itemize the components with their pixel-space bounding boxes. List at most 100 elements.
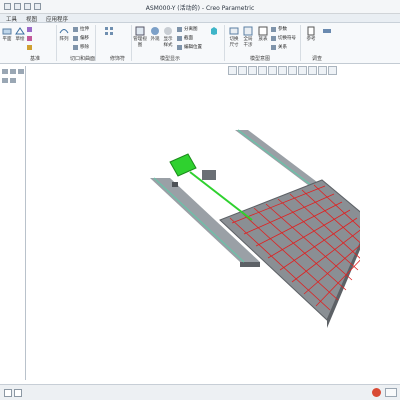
status-bar	[0, 384, 400, 400]
group-label-datum: 基准	[30, 56, 41, 62]
split-button[interactable]: 分离图	[177, 26, 198, 32]
relation-label: 关系	[278, 45, 287, 50]
tree-icon[interactable]	[2, 69, 8, 74]
model-tree-panel	[0, 66, 26, 380]
measure-icon	[323, 29, 331, 33]
saved-views-icon[interactable]	[268, 66, 277, 75]
selection-filter[interactable]	[385, 388, 397, 397]
point-button[interactable]	[27, 36, 32, 41]
datum-display-icon[interactable]	[288, 66, 297, 75]
sketch-button[interactable]: 草绘	[14, 26, 26, 42]
cube-icon	[211, 27, 217, 35]
views-icon	[135, 26, 145, 36]
grid-icon[interactable]	[14, 389, 22, 397]
family-table2-button[interactable]: 族表	[257, 26, 269, 42]
sketch-icon	[15, 27, 25, 35]
plane-label: 平面	[2, 37, 12, 42]
bracket	[172, 182, 178, 187]
menu-bar: 工具 视图 应用程序	[0, 14, 400, 23]
ribbon: 平面 草绘 基准 阵列 拉伸 偏移 移除 切口和曲面 修饰符 管理视图 外观 显…	[0, 23, 400, 64]
repaint-icon[interactable]	[258, 66, 267, 75]
message-log-icon[interactable]	[4, 389, 12, 397]
appearance-label: 外观	[150, 37, 160, 42]
folder-icon[interactable]	[10, 69, 16, 74]
zoom-out-icon[interactable]	[238, 66, 247, 75]
perspective-icon[interactable]	[328, 66, 337, 75]
gearbox	[202, 170, 216, 180]
param-label: 参数	[278, 27, 287, 32]
group-label-modifiers: 修饰符	[110, 56, 126, 62]
pull-label: 拉伸	[80, 27, 89, 32]
filter-icon[interactable]	[2, 78, 8, 83]
pattern-icon	[59, 29, 69, 34]
offset-button[interactable]: 偏移	[73, 35, 89, 41]
family-table-button[interactable]	[208, 26, 220, 36]
manage-views-label: 管理视图	[133, 37, 147, 48]
array-icon	[105, 27, 113, 35]
switch-dims-label: 切换尺寸	[229, 37, 239, 48]
pattern-button[interactable]: 阵列	[58, 26, 70, 42]
warning-icon[interactable]	[372, 388, 381, 397]
group-label-model-display: 模型显示	[160, 56, 181, 62]
switch-dims-button[interactable]: 切换尺寸	[228, 26, 240, 48]
dims-icon	[229, 27, 239, 35]
pattern-label: 阵列	[59, 37, 69, 42]
appearance-icon	[151, 27, 159, 35]
pull-button[interactable]: 拉伸	[73, 26, 89, 32]
plane-icon	[2, 28, 12, 35]
global-interference-label: 全局干涉	[243, 37, 253, 48]
settings-icon[interactable]	[18, 69, 24, 74]
family-table-label: 族表	[258, 37, 268, 42]
global-interference-button[interactable]: 全局干涉	[242, 26, 254, 48]
group-label-cut-surface: 切口和曲面	[70, 56, 96, 62]
title-bar: ASM000-Y (活动的) - Creo Parametric	[0, 0, 400, 14]
param-button[interactable]: 参数	[271, 26, 287, 32]
menu-tools[interactable]: 工具	[6, 15, 17, 23]
group-separator	[300, 25, 301, 61]
graphics-toolbar	[228, 66, 337, 76]
edit-position-label: 编辑位置	[184, 45, 202, 50]
show-icon[interactable]	[10, 78, 16, 83]
sketch-label: 草绘	[15, 37, 25, 42]
reference-button[interactable]: 参考	[304, 26, 318, 42]
section-label: 截面	[184, 36, 193, 41]
remove-label: 移除	[80, 45, 89, 50]
zoom-in-icon[interactable]	[228, 66, 237, 75]
group-separator	[224, 25, 225, 61]
display-style-icon[interactable]	[278, 66, 287, 75]
menu-view[interactable]: 视图	[26, 15, 37, 23]
group-separator	[56, 25, 57, 61]
modifier-button[interactable]	[103, 26, 115, 36]
right-rail-teal	[237, 129, 316, 189]
group-label-model-intent: 模型意图	[250, 56, 271, 62]
menu-applications[interactable]: 应用程序	[46, 15, 68, 23]
display-style-button[interactable]: 显示样式	[162, 26, 174, 48]
model-viewport[interactable]	[120, 110, 360, 330]
view-manager-icon[interactable]	[318, 66, 327, 75]
csys-button[interactable]	[27, 45, 32, 50]
plane-button[interactable]: 平面	[1, 26, 13, 42]
group-label-investigate: 调查	[312, 56, 323, 62]
relation-button[interactable]: 关系	[271, 44, 287, 50]
section-button[interactable]: 截面	[177, 35, 193, 41]
offset-label: 偏移	[80, 36, 89, 41]
axis-button[interactable]	[27, 27, 32, 32]
split-label: 分离图	[184, 27, 198, 32]
group-separator	[95, 25, 96, 61]
window-title: ASM000-Y (活动的) - Creo Parametric	[145, 5, 255, 12]
spin-center-icon[interactable]	[308, 66, 317, 75]
appearance-button[interactable]: 外观	[149, 26, 161, 42]
refit-icon[interactable]	[248, 66, 257, 75]
display-style-label: 显示样式	[163, 37, 173, 48]
measure-button[interactable]	[320, 26, 334, 36]
reference-icon	[307, 26, 315, 36]
manage-views-button[interactable]: 管理视图	[132, 26, 148, 48]
left-rail-side	[240, 262, 260, 267]
annotation-display-icon[interactable]	[298, 66, 307, 75]
interference-icon	[243, 26, 253, 36]
switch-symbol-button[interactable]: 切换符号	[271, 35, 296, 41]
display-style-icon	[164, 27, 172, 35]
reference-label: 参考	[306, 37, 316, 42]
edit-position-button[interactable]: 编辑位置	[177, 44, 202, 50]
remove-button[interactable]: 移除	[73, 44, 89, 50]
